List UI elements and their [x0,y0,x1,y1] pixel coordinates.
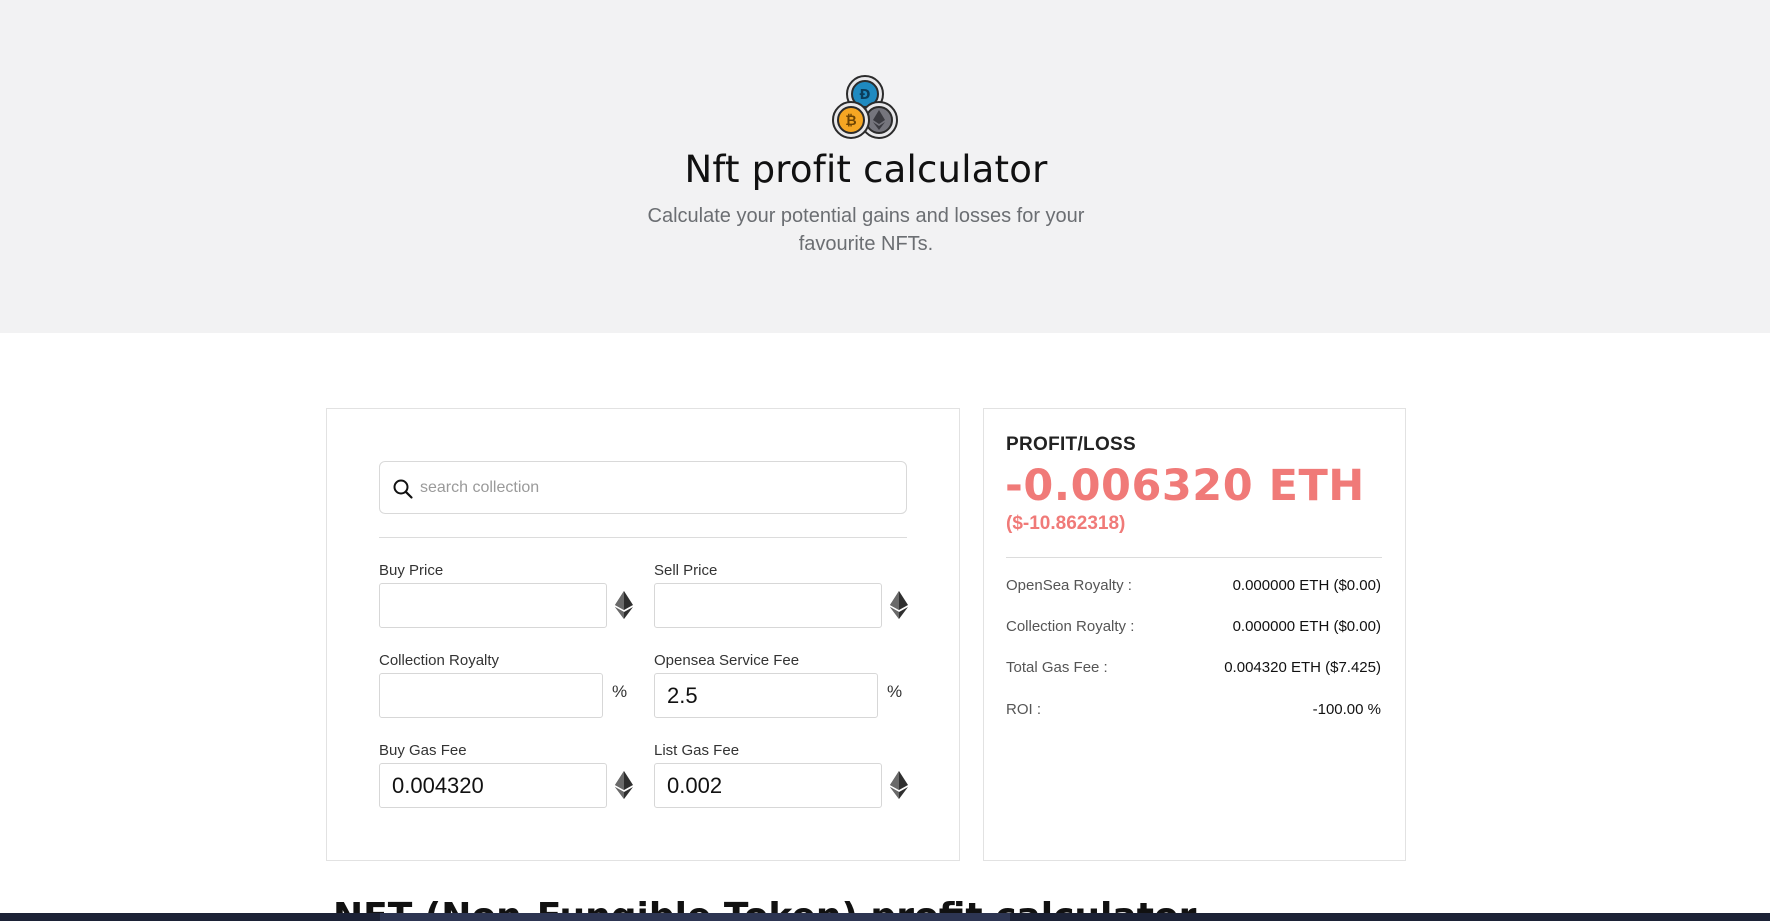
opensea-royalty-label: OpenSea Royalty : [1006,577,1132,594]
collection-royalty-input[interactable] [379,673,603,718]
search-box[interactable] [379,461,907,514]
collection-royalty-result-label: Collection Royalty : [1006,618,1135,635]
sell-price-label: Sell Price [654,562,718,579]
collection-royalty-label: Collection Royalty [379,652,500,669]
profit-loss-eth: -0.006320 ETH [1005,461,1365,511]
roi-label: ROI : [1006,701,1042,718]
percent-unit: % [612,682,628,701]
bottom-bar-segment [380,913,1010,921]
buy-gas-fee-label: Buy Gas Fee [379,742,467,759]
bottom-bar [0,913,1770,921]
profit-loss-label: PROFIT/LOSS [1006,434,1136,455]
ethereum-icon [890,591,908,619]
svg-text:₿: ₿ [845,113,856,129]
crypto-coins-icon: Đ ₿ [832,75,898,139]
buy-price-label: Buy Price [379,562,444,579]
svg-text:Đ: Đ [860,88,871,103]
ethereum-icon [615,771,633,799]
divider [379,537,907,538]
buy-gas-fee-input[interactable] [379,763,607,808]
list-gas-fee-input[interactable] [654,763,882,808]
total-gas-fee-label: Total Gas Fee : [1006,659,1108,676]
ethereum-icon [615,591,633,619]
profit-loss-usd: ($-10.862318) [1006,513,1126,534]
page-subtitle: Calculate your potential gains and losse… [647,205,1085,255]
opensea-fee-input[interactable] [654,673,878,718]
ethereum-icon [890,771,908,799]
sell-price-input[interactable] [654,583,882,628]
page-title: Nft profit calculator [684,148,1048,191]
buy-price-input[interactable] [379,583,607,628]
search-input[interactable] [420,472,890,504]
divider [1006,557,1382,558]
list-gas-fee-label: List Gas Fee [654,742,740,759]
opensea-royalty-value: 0.000000 ETH ($0.00) [1232,577,1381,594]
search-icon [393,479,413,499]
total-gas-fee-value: 0.004320 ETH ($7.425) [1224,659,1381,676]
hero-section: Đ ₿ Nft profit calculator Calculate your… [0,0,1770,333]
calculator-form: Buy Price Sell Price Collection Royalty … [326,408,960,861]
collection-royalty-result-value: 0.000000 ETH ($0.00) [1232,618,1381,635]
opensea-fee-label: Opensea Service Fee [654,652,800,669]
roi-value: -100.00 % [1312,701,1381,718]
percent-unit: % [887,682,903,701]
results-panel: PROFIT/LOSS -0.006320 ETH ($-10.862318) … [983,408,1406,861]
